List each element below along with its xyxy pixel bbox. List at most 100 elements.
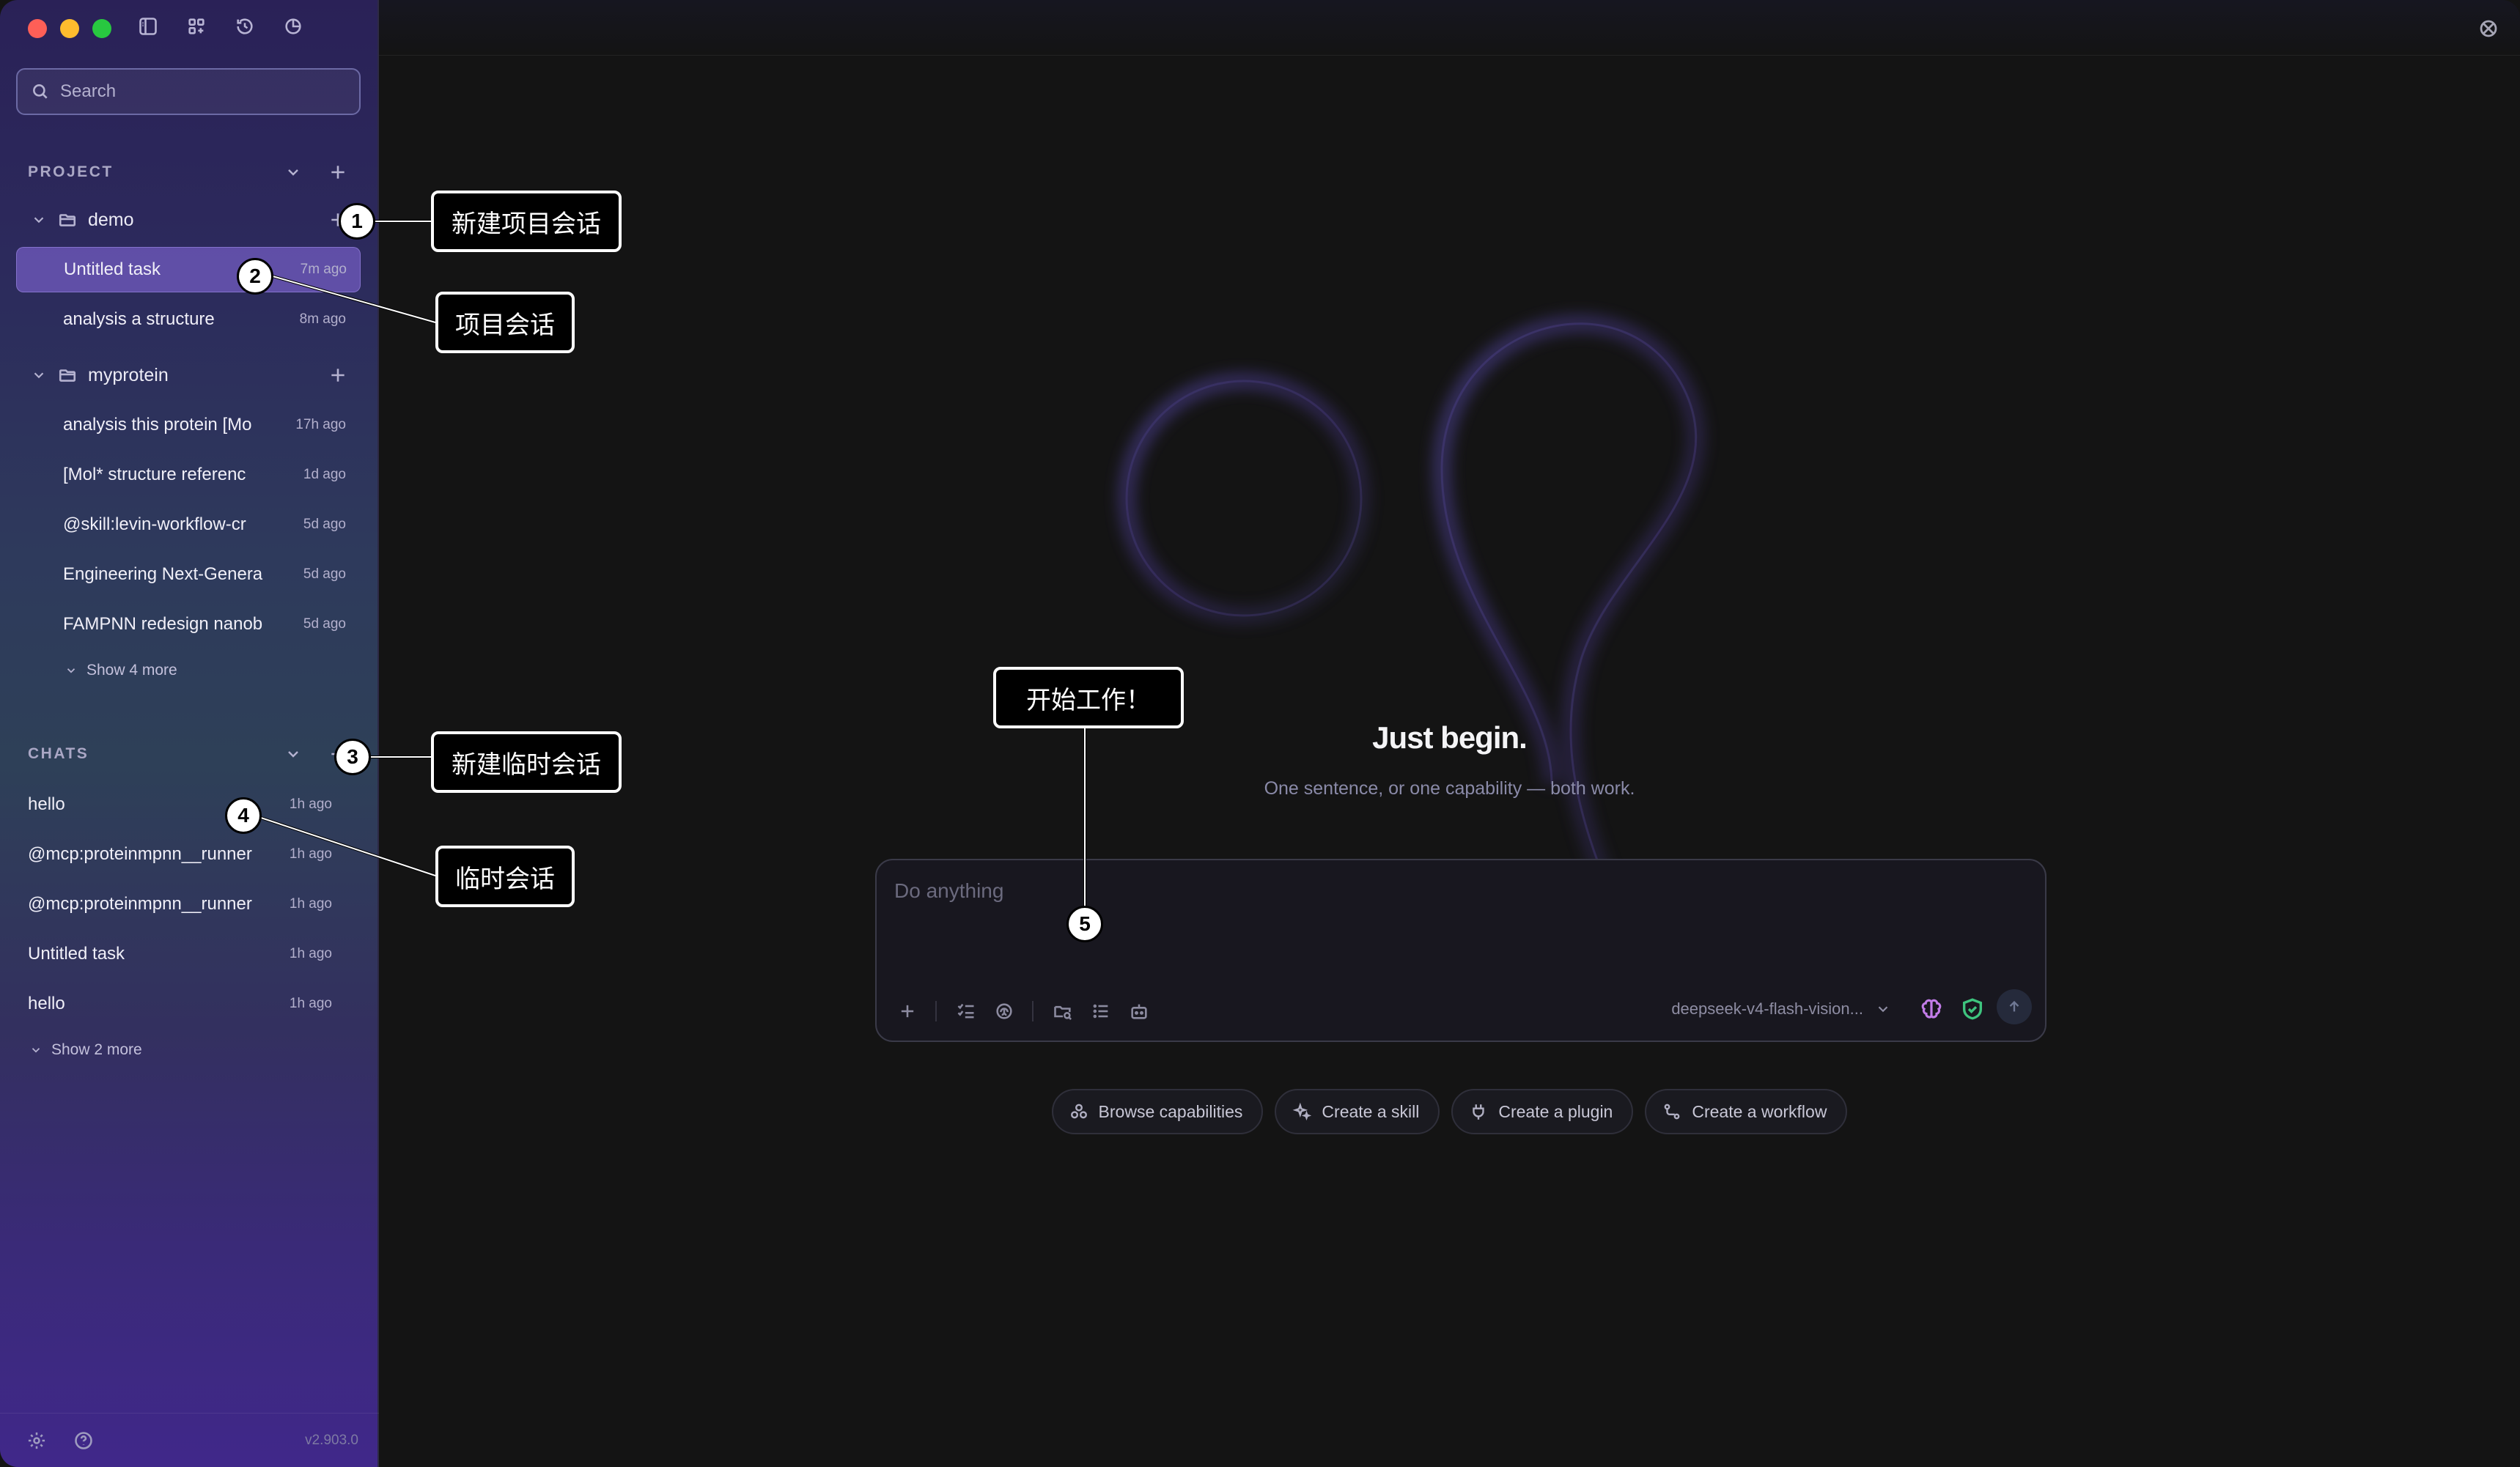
shield-check-icon[interactable] bbox=[1960, 997, 1985, 1021]
apps-grid-icon[interactable] bbox=[186, 16, 207, 37]
task-title: FAMPNN redesign nanob bbox=[63, 614, 263, 634]
project-section-label: PROJECT bbox=[28, 163, 114, 180]
callout-start-work: 开始工作！ bbox=[993, 667, 1184, 728]
help-icon[interactable] bbox=[73, 1430, 94, 1451]
extensions-icon[interactable] bbox=[2477, 18, 2499, 40]
main-area: Just begin. One sentence, or one capabil… bbox=[379, 0, 2520, 1467]
composer[interactable]: deepseek-v4-flash-vision... bbox=[875, 859, 2046, 1042]
toolbar-divider bbox=[1032, 1001, 1034, 1021]
chat-title: hello bbox=[28, 994, 65, 1013]
callout-temp-chat: 临时会话 bbox=[435, 846, 575, 907]
project-folder-demo[interactable]: demo bbox=[31, 204, 347, 236]
project-folder-myprotein[interactable]: myprotein bbox=[31, 359, 347, 391]
project-task-item[interactable]: @skill:levin-workflow-cr 5d ago bbox=[16, 502, 361, 547]
chevron-down-icon bbox=[1878, 1006, 1888, 1013]
workflow-icon bbox=[1664, 1104, 1680, 1120]
create-workflow-button[interactable]: Create a workflow bbox=[1645, 1089, 1848, 1134]
create-plugin-button[interactable]: Create a plugin bbox=[1451, 1089, 1634, 1134]
task-time: 8m ago bbox=[299, 311, 346, 327]
brain-icon[interactable] bbox=[1919, 997, 1944, 1021]
task-time: 5d ago bbox=[303, 616, 346, 632]
chevron-down-icon[interactable] bbox=[31, 212, 47, 228]
create-skill-button[interactable]: Create a skill bbox=[1275, 1089, 1440, 1134]
chat-time: 1h ago bbox=[289, 946, 332, 961]
app-window: PROJECT demo Untitled task 7m ago analys… bbox=[0, 0, 2520, 1467]
new-project-chat-icon[interactable] bbox=[328, 366, 347, 385]
chevron-down-icon[interactable] bbox=[284, 745, 302, 763]
composer-toolbar bbox=[897, 1001, 1167, 1021]
show-more-project-tasks[interactable]: Show 4 more bbox=[65, 662, 177, 679]
search-input[interactable] bbox=[60, 81, 339, 102]
folder-icon bbox=[59, 214, 76, 226]
chat-item[interactable]: Untitled task 1h ago bbox=[16, 931, 361, 977]
callout-number: 4 bbox=[225, 797, 262, 834]
maximize-window-button[interactable] bbox=[92, 19, 111, 38]
fingerprint-icon[interactable] bbox=[994, 1001, 1014, 1021]
chevron-down-icon bbox=[67, 668, 75, 673]
show-more-chats[interactable]: Show 2 more bbox=[29, 1041, 142, 1059]
chat-time: 1h ago bbox=[289, 846, 332, 862]
task-time: 5d ago bbox=[303, 517, 346, 532]
folder-name: myprotein bbox=[88, 364, 169, 385]
task-title: analysis this protein [Mo bbox=[63, 415, 252, 435]
chat-time: 1h ago bbox=[289, 996, 332, 1011]
folder-icon bbox=[59, 369, 76, 382]
send-button[interactable] bbox=[1997, 989, 2032, 1024]
project-task-item[interactable]: analysis this protein [Mo 17h ago bbox=[16, 402, 361, 448]
settings-icon[interactable] bbox=[26, 1430, 47, 1451]
sidebar-toggle-icon[interactable] bbox=[138, 16, 158, 37]
close-window-button[interactable] bbox=[28, 19, 47, 38]
task-title: analysis a structure bbox=[63, 309, 215, 329]
task-time: 7m ago bbox=[300, 262, 347, 277]
task-time: 17h ago bbox=[295, 417, 346, 432]
chat-item[interactable]: @mcp:proteinmpnn__runner 1h ago bbox=[16, 832, 361, 877]
add-project-icon[interactable] bbox=[328, 163, 347, 182]
chat-title: @mcp:proteinmpnn__runner bbox=[28, 894, 252, 914]
chevron-down-icon bbox=[32, 1048, 40, 1053]
model-selector[interactable]: deepseek-v4-flash-vision... bbox=[1671, 999, 1891, 1019]
window-controls bbox=[28, 19, 111, 38]
sidebar: PROJECT demo Untitled task 7m ago analys… bbox=[0, 0, 379, 1467]
callout-number: 2 bbox=[237, 258, 273, 295]
chat-title: @mcp:proteinmpnn__runner bbox=[28, 844, 252, 864]
chat-item[interactable]: hello 1h ago bbox=[16, 981, 361, 1027]
callout-number: 1 bbox=[339, 203, 375, 240]
search-field[interactable] bbox=[16, 68, 361, 115]
project-task-item[interactable]: analysis a structure 8m ago bbox=[16, 297, 361, 342]
project-task-item[interactable]: Engineering Next-Genera 5d ago bbox=[16, 552, 361, 597]
history-icon[interactable] bbox=[235, 16, 255, 37]
usage-chart-icon[interactable] bbox=[283, 16, 303, 37]
hero-title: Just begin. bbox=[1372, 720, 1528, 755]
checklist-icon[interactable] bbox=[956, 1001, 976, 1021]
chip-label: Create a workflow bbox=[1692, 1101, 1827, 1121]
browse-capabilities-button[interactable]: Browse capabilities bbox=[1051, 1089, 1264, 1134]
callout-number: 5 bbox=[1066, 906, 1103, 942]
add-attachment-icon[interactable] bbox=[897, 1001, 918, 1021]
minimize-window-button[interactable] bbox=[60, 19, 79, 38]
chats-section-label: CHATS bbox=[28, 745, 89, 762]
folder-search-icon[interactable] bbox=[1053, 1001, 1073, 1021]
show-more-label: Show 4 more bbox=[86, 662, 177, 679]
callout-new-temp-chat: 新建临时会话 bbox=[431, 731, 622, 793]
plug-icon bbox=[1473, 1104, 1485, 1120]
decorative-orbs bbox=[1119, 314, 1705, 898]
project-section-header: PROJECT bbox=[28, 163, 347, 182]
chat-item[interactable]: hello 1h ago bbox=[16, 782, 361, 827]
quick-actions: Browse capabilities Create a skill Creat… bbox=[379, 1089, 2520, 1134]
prompt-input[interactable] bbox=[894, 879, 2023, 953]
chat-title: Untitled task bbox=[28, 944, 125, 964]
chat-item[interactable]: @mcp:proteinmpnn__runner 1h ago bbox=[16, 882, 361, 927]
main-titlebar bbox=[379, 0, 2520, 56]
arrow-up-icon bbox=[2009, 1000, 2019, 1012]
chat-time: 1h ago bbox=[289, 797, 332, 812]
project-task-item[interactable]: Untitled task 7m ago bbox=[16, 247, 361, 292]
project-task-item[interactable]: FAMPNN redesign nanob 5d ago bbox=[16, 602, 361, 647]
toolbar-divider bbox=[935, 1001, 937, 1021]
robot-icon[interactable] bbox=[1129, 1001, 1149, 1021]
folder-name: demo bbox=[88, 209, 134, 230]
chevron-down-icon[interactable] bbox=[284, 163, 302, 181]
callout-project-chat: 项目会话 bbox=[435, 292, 575, 353]
chevron-down-icon[interactable] bbox=[31, 367, 47, 383]
list-icon[interactable] bbox=[1091, 1001, 1111, 1021]
project-task-item[interactable]: [Mol* structure referenc 1d ago bbox=[16, 452, 361, 498]
